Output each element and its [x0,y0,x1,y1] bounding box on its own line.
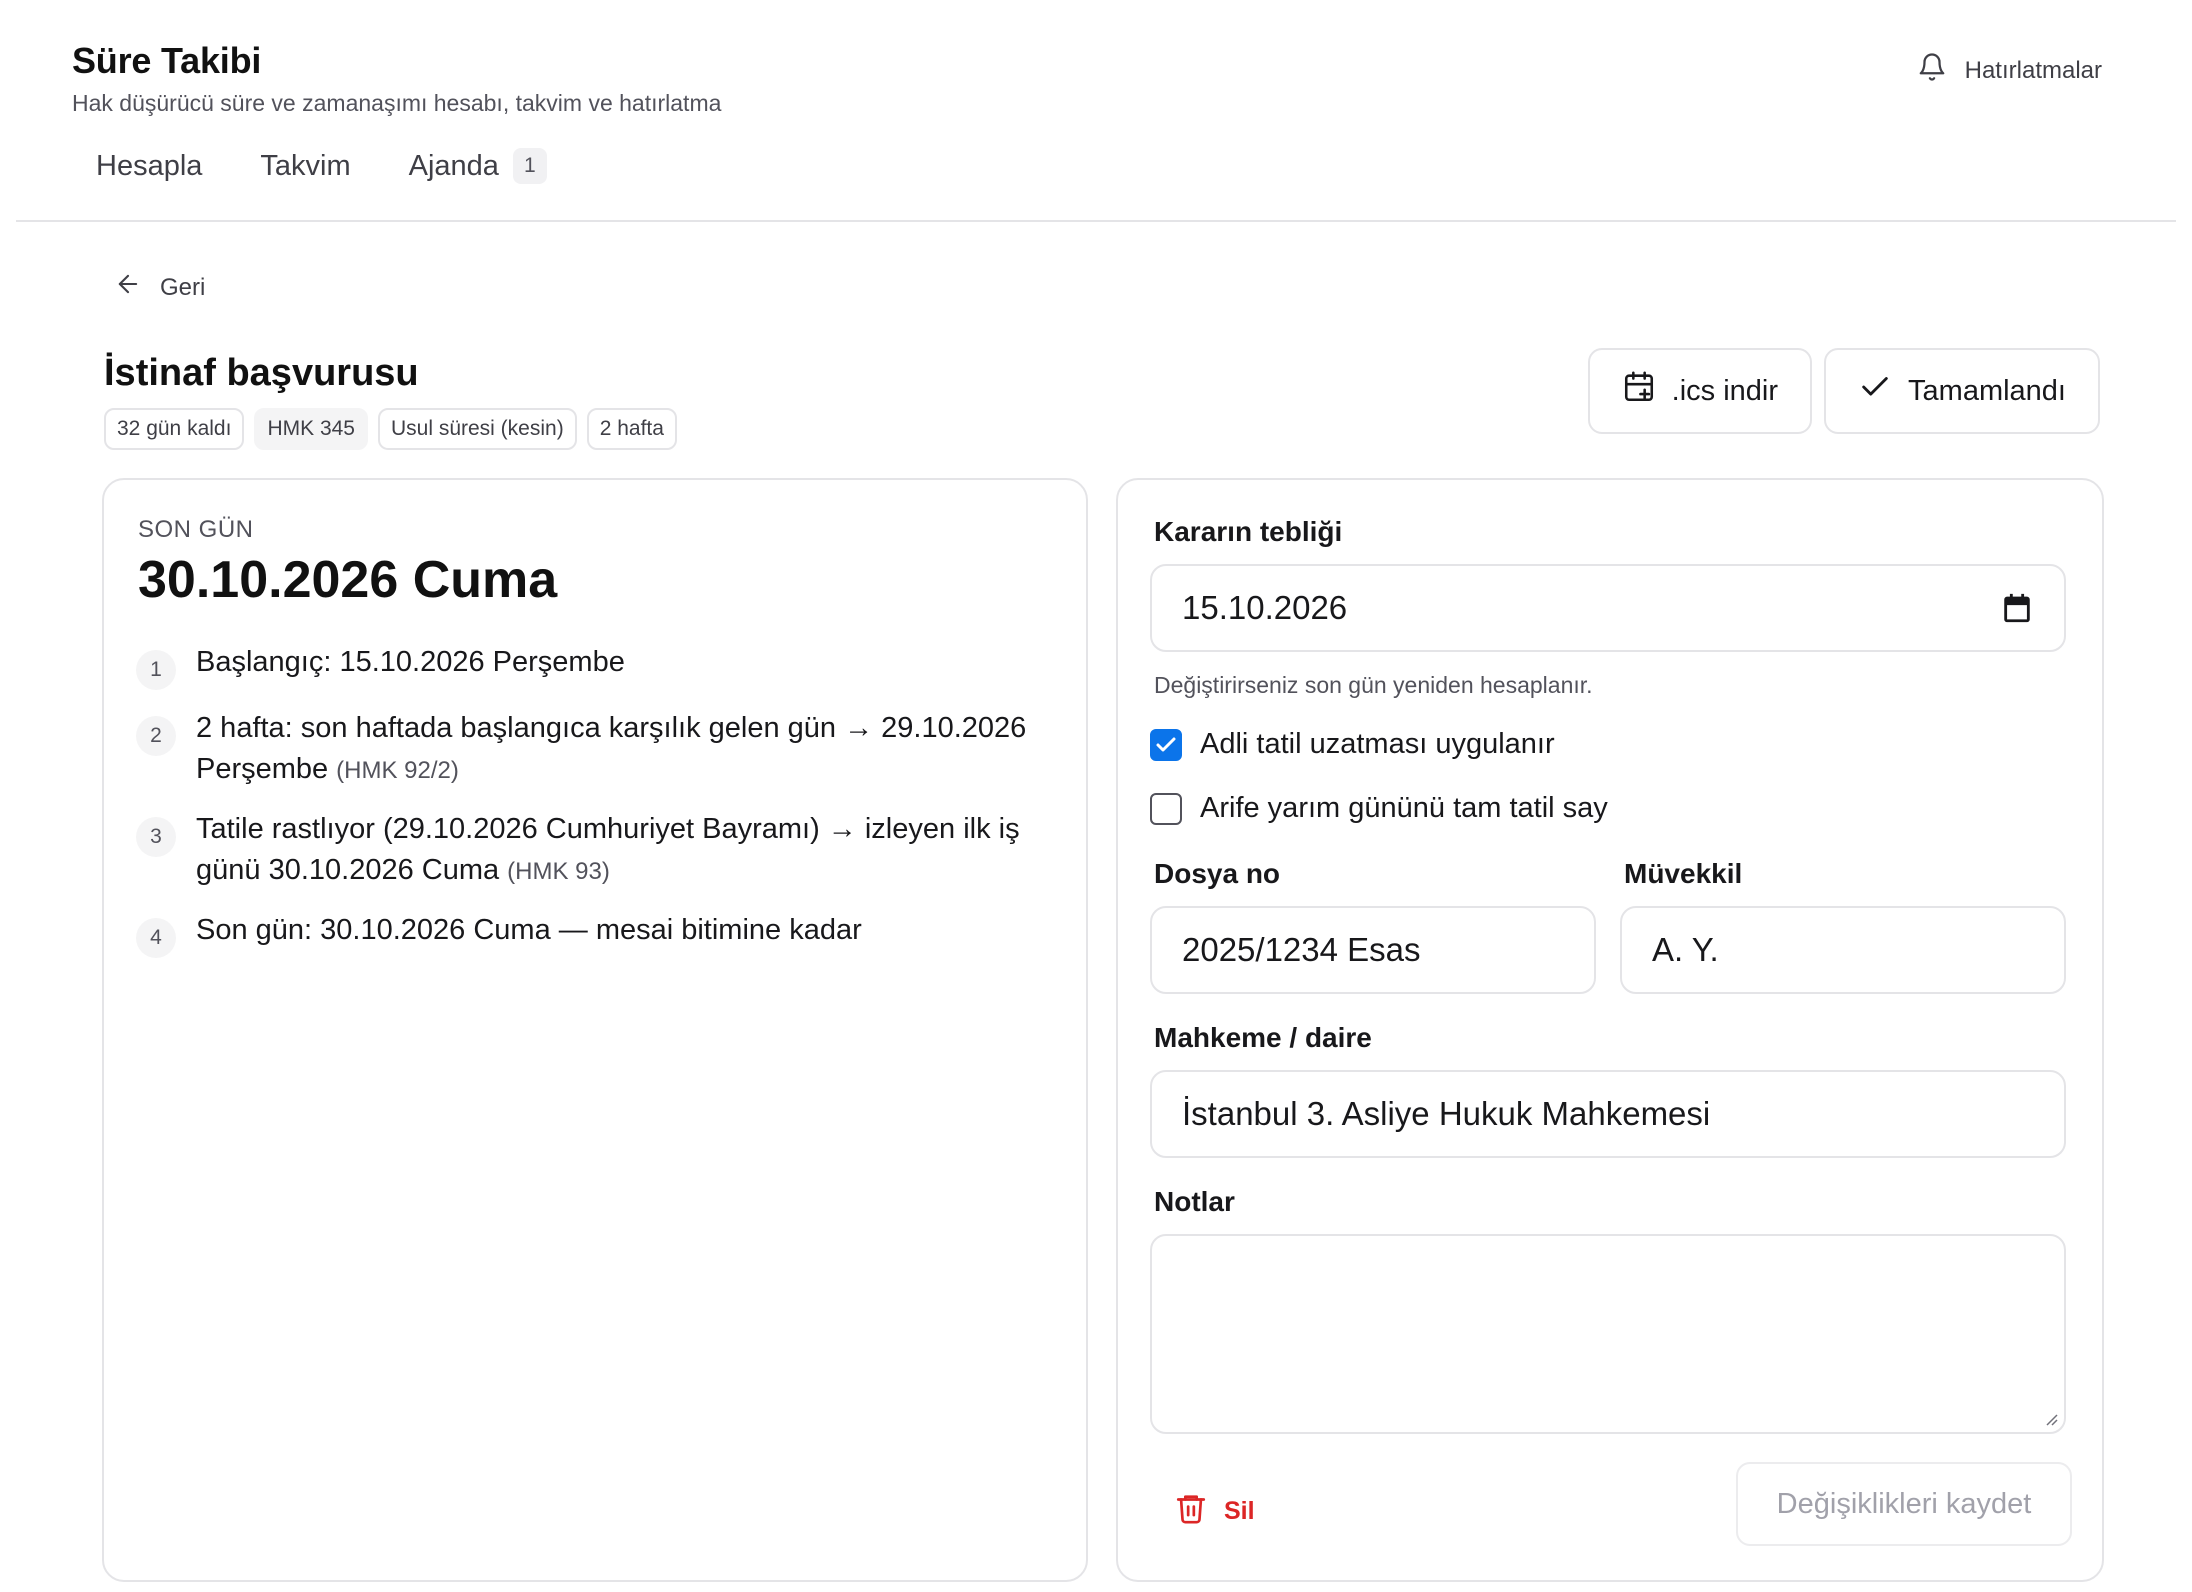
list-item: 2 2 hafta: son haftada başlangıca karşıl… [136,708,1056,791]
save-changes-button[interactable]: Değişiklikleri kaydet [1736,1462,2072,1546]
download-ics-label: .ics indir [1671,374,1779,407]
step-reference: (HMK 92/2) [336,757,459,784]
notification-date-hint: Değiştirirseniz son gün yeniden hesaplan… [1154,672,1593,698]
list-item: 3 Tatile rastlıyor (29.10.2026 Cumhuriye… [136,809,1056,892]
tab-label: Ajanda [408,149,499,182]
result-card: SON GÜN 30.10.2026 Cuma 1 Başlangıç: 15.… [102,478,1088,1582]
holiday-extension-checkbox[interactable] [1150,728,1182,761]
arrow-left-icon [114,270,142,305]
court-label: Mahkeme / daire [1154,1022,1372,1053]
step-number: 1 [136,650,176,690]
calendar-icon[interactable] [2000,591,2034,625]
app-header: Süre Takibi Hak düşürücü süre ve zamanaş… [72,40,721,117]
trash-icon [1174,1491,1208,1532]
edit-form-card: Kararın tebliği 15.10.2026 Değiştirirsen… [1116,478,2104,1582]
client-label: Müvekkil [1624,858,1743,889]
step-text: 2 hafta: son haftada başlangıca karşılık… [196,712,1027,785]
holiday-extension-row[interactable]: Adli tatil uzatması uygulanır [1150,728,1555,761]
app-title: Süre Takibi [72,40,262,81]
list-item: 4 Son gün: 30.10.2026 Cuma — mesai bitim… [136,910,1056,958]
step-content: Tatile rastlıyor (29.10.2026 Cumhuriyet … [196,809,1056,892]
file-no-input[interactable]: 2025/1234 Esas [1150,906,1596,994]
days-left-badge: 32 gün kaldı [104,408,245,450]
file-no-label: Dosya no [1154,858,1281,889]
calculation-steps: 1 Başlangıç: 15.10.2026 Perşembe 2 2 haf… [136,642,1056,976]
step-reference: (HMK 93) [507,858,610,885]
holiday-extension-label: Adli tatil uzatması uygulanır [1200,728,1555,760]
step-number: 4 [136,918,176,958]
last-day-date: 30.10.2026 Cuma [138,551,558,609]
badge-list: 32 gün kaldı HMK 345 Usul süresi (kesin)… [104,408,677,450]
notes-textarea[interactable] [1150,1234,2066,1434]
step-content: 2 hafta: son haftada başlangıca karşılık… [196,708,1056,791]
resize-handle-icon[interactable] [2042,1410,2058,1426]
bell-icon [1917,52,1947,89]
notification-date-value: 15.10.2026 [1182,589,1348,626]
back-button[interactable]: Geri [114,270,205,305]
mark-done-label: Tamamlandı [1908,374,2066,407]
header-divider [16,220,2176,222]
tab-hesapla[interactable]: Hesapla [96,150,202,183]
court-input[interactable]: İstanbul 3. Asliye Hukuk Mahkemesi [1150,1070,2066,1158]
step-number: 2 [136,716,176,756]
check-icon [1858,370,1892,412]
client-input[interactable]: A. Y. [1620,906,2066,994]
app-subtitle: Hak düşürücü süre ve zamanaşımı hesabı, … [72,90,722,116]
step-text: Son gün: 30.10.2026 Cuma — mesai bitimin… [196,914,862,946]
delete-label: Sil [1224,1497,1255,1525]
eve-half-day-label: Arife yarım gününü tam tatil say [1200,792,1608,824]
tab-label: Hesapla [96,149,203,182]
step-text: Başlangıç: 15.10.2026 Perşembe [196,646,625,678]
reminders-label: Hatırlatmalar [1964,56,2102,84]
tab-ajanda[interactable]: Ajanda 1 [409,148,547,184]
step-content: Son gün: 30.10.2026 Cuma — mesai bitimin… [196,910,862,951]
law-article-badge: HMK 345 [254,408,368,450]
tab-count-badge: 1 [512,148,547,184]
action-bar: .ics indir Tamamlandı [1587,348,2100,434]
tab-label: Takvim [260,149,351,182]
eve-half-day-row[interactable]: Arife yarım gününü tam tatil say [1150,792,1608,825]
notification-date-input[interactable]: 15.10.2026 [1150,564,2066,652]
reminders-button[interactable]: Hatırlatmalar [1917,52,2102,89]
step-number: 3 [136,817,176,857]
tab-bar: Hesapla Takvim Ajanda 1 [96,148,547,184]
notes-label: Notlar [1154,1186,1235,1217]
deadline-type-badge: Usul süresi (kesin) [377,408,577,450]
last-day-label: SON GÜN [138,516,254,543]
download-ics-button[interactable]: .ics indir [1587,348,1813,434]
duration-badge: 2 hafta [586,408,677,450]
calendar-plus-icon [1622,370,1656,412]
notification-date-label: Kararın tebliği [1154,516,1343,547]
back-label: Geri [160,273,206,301]
page-title: İstinaf başvurusu [104,352,419,394]
delete-button[interactable]: Sil [1174,1491,1255,1532]
list-item: 1 Başlangıç: 15.10.2026 Perşembe [136,642,1056,690]
tab-takvim[interactable]: Takvim [260,150,350,183]
court-value: İstanbul 3. Asliye Hukuk Mahkemesi [1182,1095,1711,1132]
eve-half-day-checkbox[interactable] [1150,792,1182,825]
client-value: A. Y. [1652,931,1719,968]
file-no-value: 2025/1234 Esas [1182,931,1421,968]
mark-done-button[interactable]: Tamamlandı [1824,348,2100,434]
step-content: Başlangıç: 15.10.2026 Perşembe [196,642,625,683]
